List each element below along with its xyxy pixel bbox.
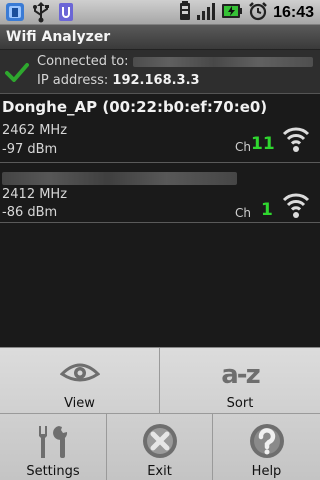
battery-small-icon: [179, 0, 191, 25]
wifi-signal-icon: [282, 124, 310, 158]
view-label: View: [64, 396, 95, 411]
usb-icon: [31, 1, 51, 27]
connected-to-label: Connected to:: [37, 54, 129, 69]
sort-label: Sort: [226, 396, 254, 411]
access-point-row[interactable]: 2412 MHz -86 dBm Ch 1: [0, 165, 320, 223]
ap-channel-number: 11: [251, 134, 275, 154]
ap-channel-number: 1: [261, 200, 273, 220]
signal-icon: [196, 1, 216, 25]
status-bar: 16:43: [0, 0, 320, 25]
redacted-ssid: [132, 56, 313, 67]
ip-address-value: 192.168.3.3: [112, 73, 200, 88]
ap-frequency: 2462 MHz: [2, 123, 68, 138]
help-label: Help: [251, 464, 282, 479]
eye-icon: [59, 360, 100, 390]
ap-ssid: [2, 169, 237, 187]
exit-label: Exit: [147, 464, 172, 479]
view-menu-item[interactable]: View: [0, 348, 160, 414]
settings-label: Settings: [26, 464, 80, 479]
sort-az-icon: a-z: [221, 360, 260, 390]
clock: 16:43: [273, 3, 314, 21]
ap-signal-strength: -97 dBm: [2, 142, 58, 157]
status-bar-system: 16:43: [179, 0, 314, 25]
charging-battery-icon: [221, 2, 243, 24]
status-bar-notifications: [4, 1, 76, 27]
ap-channel-label: Ch: [235, 206, 251, 220]
access-point-row[interactable]: Donghe_AP (00:22:b0:ef:70:e0) 2462 MHz -…: [0, 96, 320, 163]
ip-address-line: IP address: 192.168.3.3: [37, 73, 200, 88]
ap-frequency: 2412 MHz: [2, 187, 68, 202]
ap-channel-label: Ch: [235, 140, 251, 154]
usb-storage-icon: [56, 1, 76, 27]
tools-icon: [33, 422, 73, 466]
connected-to-line: Connected to:: [37, 54, 313, 69]
alarm-icon: [248, 1, 268, 25]
app-notification-icon: [4, 1, 26, 27]
connected-check-icon: [5, 62, 29, 86]
title-bar: Wifi Analyzer: [0, 25, 320, 50]
redacted-ssid: [2, 172, 237, 185]
wifi-signal-icon: [282, 190, 310, 224]
ap-signal-strength: -86 dBm: [2, 205, 58, 220]
connection-info: Connected to: IP address: 192.168.3.3: [0, 50, 320, 94]
settings-menu-item[interactable]: Settings: [0, 414, 107, 480]
exit-menu-item[interactable]: Exit: [107, 414, 213, 480]
help-menu-item[interactable]: Help: [213, 414, 320, 480]
options-menu: View a-z Sort Settings Exit Help: [0, 347, 320, 480]
app-title: Wifi Analyzer: [6, 29, 111, 45]
close-circle-icon: [141, 422, 179, 464]
help-icon: [248, 422, 286, 464]
sort-menu-item[interactable]: a-z Sort: [160, 348, 320, 414]
ap-ssid: Donghe_AP (00:22:b0:ef:70:e0): [2, 98, 268, 116]
ip-address-label: IP address:: [37, 73, 109, 88]
